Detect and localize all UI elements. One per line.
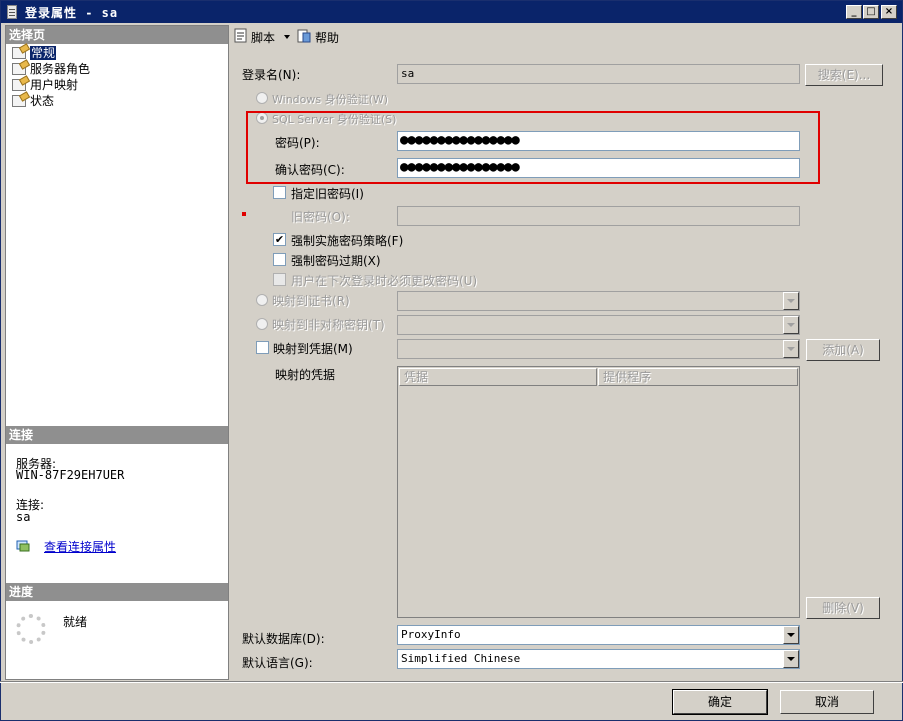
error-marker [242, 212, 246, 216]
must-change-checkbox[interactable] [273, 273, 286, 286]
enforce-expiration-label: 强制密码过期(X) [291, 254, 381, 268]
grid-col-provider[interactable]: 提供程序 [598, 368, 798, 386]
close-button[interactable]: × [881, 5, 897, 19]
default-language-dropdown[interactable]: Simplified Chinese [397, 649, 800, 669]
cancel-button[interactable]: 取消 [780, 690, 874, 714]
map-certificate-radio[interactable] [256, 294, 268, 306]
mapped-credentials-label: 映射的凭据 [275, 368, 336, 382]
minimize-button[interactable]: _ [846, 5, 862, 19]
title-bar[interactable]: 登录属性 - sa _ □ × [1, 1, 902, 23]
map-credential-label: 映射到凭据(M) [273, 342, 353, 356]
login-name-field[interactable]: sa [397, 64, 800, 84]
map-asymmetric-radio[interactable] [256, 318, 268, 330]
select-page-header: 选择页 [6, 26, 228, 44]
server-value: WIN-87F29EH7UER [16, 468, 125, 482]
chevron-down-icon[interactable] [783, 626, 799, 644]
connection-value: sa [16, 510, 31, 524]
mapped-credentials-grid[interactable]: 凭据 提供程序 [397, 366, 800, 618]
asymmetric-key-dropdown[interactable] [397, 315, 800, 335]
help-button[interactable]: 帮助 [315, 29, 339, 46]
search-button[interactable]: 搜索(E)... [805, 64, 883, 86]
login-name-label: 登录名(N): [242, 68, 301, 82]
script-button[interactable]: 脚本 [251, 29, 275, 46]
map-certificate-label: 映射到证书(R) [272, 294, 350, 308]
map-asymmetric-label: 映射到非对称密钥(T) [272, 318, 385, 332]
page-icon [12, 47, 26, 59]
specify-old-password-checkbox[interactable] [273, 186, 286, 199]
page-icon [12, 63, 26, 75]
chevron-down-icon[interactable] [783, 316, 799, 334]
script-icon [233, 28, 249, 44]
footer-divider [0, 681, 903, 682]
chevron-down-icon[interactable] [284, 35, 290, 39]
windows-auth-radio[interactable] [256, 92, 268, 104]
default-lang-label: 默认语言(G): [242, 656, 313, 670]
maximize-button[interactable]: □ [863, 5, 879, 19]
default-language-value: Simplified Chinese [401, 652, 521, 665]
enforce-expiration-checkbox[interactable] [273, 253, 286, 266]
window-title: 登录属性 - sa [25, 6, 119, 20]
old-password-field[interactable] [397, 206, 800, 226]
credential-dropdown[interactable] [397, 339, 800, 359]
progress-header: 进度 [6, 583, 228, 601]
windows-auth-label: Windows 身份验证(W) [272, 93, 389, 106]
enforce-policy-checkbox[interactable]: ✔ [273, 233, 286, 246]
page-icon [12, 79, 26, 91]
remove-button[interactable]: 删除(V) [806, 597, 880, 619]
chevron-down-icon[interactable] [783, 340, 799, 358]
chevron-down-icon[interactable] [783, 292, 799, 310]
old-password-label: 旧密码(O): [291, 210, 350, 224]
help-icon [296, 28, 312, 44]
certificate-dropdown[interactable] [397, 291, 800, 311]
progress-spinner-icon [16, 614, 46, 644]
connection-properties-icon [16, 540, 30, 552]
grid-col-credential[interactable]: 凭据 [399, 368, 597, 386]
ok-button[interactable]: 确定 [672, 689, 768, 715]
toolbar: 脚本 帮助 [231, 25, 901, 47]
enforce-policy-label: 强制实施密码策略(F) [291, 234, 404, 248]
default-database-value: ProxyInfo [401, 628, 461, 641]
add-button[interactable]: 添加(A) [806, 339, 880, 361]
nav-item-general[interactable]: 常规 [10, 45, 57, 61]
nav-item-status[interactable]: 状态 [10, 93, 54, 109]
default-db-label: 默认数据库(D): [242, 632, 325, 646]
default-database-dropdown[interactable]: ProxyInfo [397, 625, 800, 645]
view-connection-properties-link[interactable]: 查看连接属性 [44, 538, 116, 555]
connection-header: 连接 [6, 426, 228, 444]
highlight-annotation [246, 111, 820, 184]
progress-status: 就绪 [63, 615, 88, 629]
must-change-label: 用户在下次登录时必须更改密码(U) [291, 274, 478, 288]
nav-item-server-roles[interactable]: 服务器角色 [10, 61, 90, 77]
specify-old-password-label: 指定旧密码(I) [291, 187, 364, 201]
page-icon [12, 95, 26, 107]
left-pane: 选择页 常规 服务器角色 用户映射 状态 连接 服务器: WIN-87F29EH… [5, 25, 229, 680]
window-icon [7, 5, 17, 19]
map-credential-checkbox[interactable] [256, 341, 269, 354]
chevron-down-icon[interactable] [783, 650, 799, 668]
nav-item-user-mapping[interactable]: 用户映射 [10, 77, 78, 93]
